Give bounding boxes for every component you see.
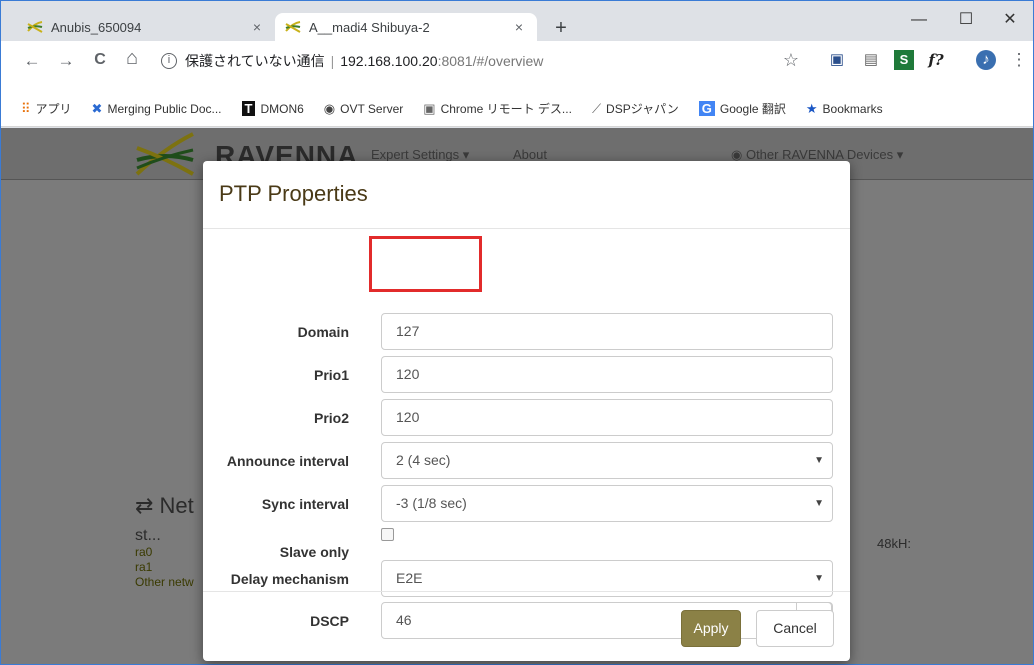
- chevron-down-icon: ▼: [814, 498, 824, 509]
- tab-madi4[interactable]: A__madi4 Shibuya-2 ×: [275, 13, 537, 41]
- bookmark-ovt-server[interactable]: ◉ OVT Server: [324, 101, 403, 117]
- info-icon[interactable]: i: [161, 53, 177, 69]
- maximize-button[interactable]: ☐: [943, 5, 989, 35]
- translate-icon: G: [698, 101, 715, 116]
- security-label: 保護されていない通信: [185, 53, 325, 69]
- profile-avatar-icon[interactable]: ♪: [976, 50, 996, 70]
- prio2-label: Prio2: [313, 410, 349, 426]
- bookmarks-bar: ⠿ アプリ ✖ Merging Public Doc... T DMON6 ◉ …: [1, 91, 1033, 127]
- close-icon[interactable]: ×: [511, 19, 527, 35]
- bookmark-label: DMON6: [260, 101, 304, 116]
- ptp-properties-dialog: PTP Properties Domain 127 Prio1 120 Prio…: [203, 161, 850, 661]
- star-icon: ★: [805, 100, 818, 116]
- delay-mechanism-label: Delay mechanism: [230, 571, 349, 587]
- browser-window: Anubis_650094 × A__madi4 Shibuya-2 × + —…: [0, 0, 1034, 665]
- bookmark-chrome-remote-desktop[interactable]: ▣ Chrome リモート デス...: [423, 100, 572, 117]
- confluence-icon: ✖: [91, 100, 103, 116]
- remote-desktop-icon: ▣: [423, 100, 436, 116]
- bookmark-label: DSPジャパン: [606, 102, 679, 116]
- t-icon: T: [241, 101, 256, 116]
- sync-interval-row: Sync interval -3 (1/8 sec) ▼: [203, 485, 850, 522]
- dialog-footer: Apply Cancel: [203, 591, 850, 661]
- domain-input[interactable]: 127: [381, 313, 833, 350]
- bookmark-label: OVT Server: [340, 101, 404, 116]
- globe-icon: ◉: [323, 100, 336, 116]
- tab-title: A__madi4 Shibuya-2: [309, 19, 430, 35]
- dialog-body: Domain 127 Prio1 120 Prio2 120 Announce …: [203, 229, 850, 639]
- bookmark-dmon6[interactable]: T DMON6: [241, 101, 304, 116]
- reload-button[interactable]: C: [89, 51, 111, 69]
- network-section: ⇄ Net st... ra0 ra1 Other netw: [135, 493, 194, 590]
- delay-mechanism-value: E2E: [396, 570, 423, 586]
- bookmark-merging-public-doc[interactable]: ✖ Merging Public Doc...: [92, 101, 222, 117]
- prio1-label: Prio1: [313, 367, 349, 383]
- address-bar[interactable]: i 保護されていない通信 | 192.168.100.20 :8081/#/ov…: [161, 48, 811, 74]
- font-extension-icon[interactable]: f?: [926, 50, 946, 70]
- bookmark-apps[interactable]: ⠿ アプリ: [21, 100, 72, 117]
- cancel-button[interactable]: Cancel: [756, 610, 834, 647]
- ravenna-favicon: [27, 21, 43, 33]
- list-item[interactable]: ra0: [135, 545, 194, 560]
- ravenna-favicon: [285, 21, 301, 33]
- announce-interval-select[interactable]: 2 (4 sec) ▼: [381, 442, 833, 479]
- address-path: :8081/#/overview: [437, 53, 544, 69]
- slave-only-checkbox[interactable]: [381, 528, 394, 541]
- bookmark-label: Google 翻訳: [719, 102, 786, 116]
- close-icon[interactable]: ×: [249, 19, 265, 35]
- sync-interval-value: -3 (1/8 sec): [396, 495, 467, 511]
- about-link[interactable]: About: [513, 147, 547, 162]
- network-status: st...: [135, 527, 161, 544]
- domain-row: Domain 127: [203, 313, 850, 350]
- address-host: 192.168.100.20: [340, 53, 438, 69]
- s-extension-icon[interactable]: S: [894, 50, 914, 70]
- announce-interval-label: Announce interval: [226, 453, 349, 469]
- tab-title: Anubis_650094: [51, 19, 142, 35]
- network-list: ra0 ra1 Other netw: [135, 545, 194, 590]
- prio2-input[interactable]: 120: [381, 399, 833, 436]
- prio2-row: Prio2 120: [203, 399, 850, 436]
- prio1-row: Prio1 120: [203, 356, 850, 393]
- dialog-header: PTP Properties: [203, 161, 850, 229]
- list-item[interactable]: ra1: [135, 560, 194, 575]
- dsp-icon: ⟋: [591, 100, 602, 116]
- minimize-button[interactable]: —: [896, 5, 942, 35]
- slave-only-label: Slave only: [279, 544, 349, 560]
- bookmark-label: Merging Public Doc...: [107, 101, 222, 116]
- bookmark-label: Chrome リモート デス...: [440, 102, 572, 116]
- new-tab-button[interactable]: +: [549, 17, 573, 40]
- sync-interval-select[interactable]: -3 (1/8 sec) ▼: [381, 485, 833, 522]
- apps-icon: ⠿: [21, 100, 31, 116]
- extension-icon[interactable]: ▣: [827, 50, 847, 70]
- network-header: ⇄ Net: [135, 493, 194, 518]
- address-separator: |: [330, 53, 335, 69]
- prio1-input[interactable]: 120: [381, 356, 833, 393]
- bookmark-label: アプリ: [35, 102, 72, 116]
- back-button[interactable]: ←: [21, 51, 43, 71]
- chevron-down-icon: ▼: [814, 455, 824, 466]
- dialog-title: PTP Properties: [219, 181, 368, 206]
- sample-rate: 48kH:: [877, 536, 911, 551]
- sync-interval-label: Sync interval: [261, 496, 349, 512]
- bookmark-dsp-japan[interactable]: ⟋ DSPジャパン: [592, 100, 679, 117]
- tab-strip: Anubis_650094 × A__madi4 Shibuya-2 × + —…: [1, 1, 1033, 41]
- apply-button[interactable]: Apply: [681, 610, 741, 647]
- window-close-button[interactable]: ✕: [987, 5, 1033, 35]
- tab-anubis[interactable]: Anubis_650094 ×: [17, 13, 275, 41]
- announce-interval-value: 2 (4 sec): [396, 452, 451, 468]
- home-button[interactable]: ⌂: [121, 47, 143, 70]
- highlight-annotation: [369, 236, 482, 292]
- menu-icon[interactable]: ⋮: [1009, 50, 1029, 70]
- bookmark-google-translate[interactable]: G Google 翻訳: [698, 100, 786, 117]
- bookmark-star-icon[interactable]: ☆: [781, 50, 801, 70]
- bookmark-bookmarks[interactable]: ★ Bookmarks: [806, 101, 883, 117]
- bookmark-label: Bookmarks: [822, 101, 883, 116]
- remote-desktop-extension-icon[interactable]: ▤: [861, 50, 881, 70]
- announce-interval-row: Announce interval 2 (4 sec) ▼: [203, 442, 850, 479]
- domain-label: Domain: [297, 324, 349, 340]
- list-item[interactable]: Other netw: [135, 575, 194, 590]
- ravenna-logo: [135, 132, 194, 176]
- forward-button[interactable]: →: [55, 51, 77, 71]
